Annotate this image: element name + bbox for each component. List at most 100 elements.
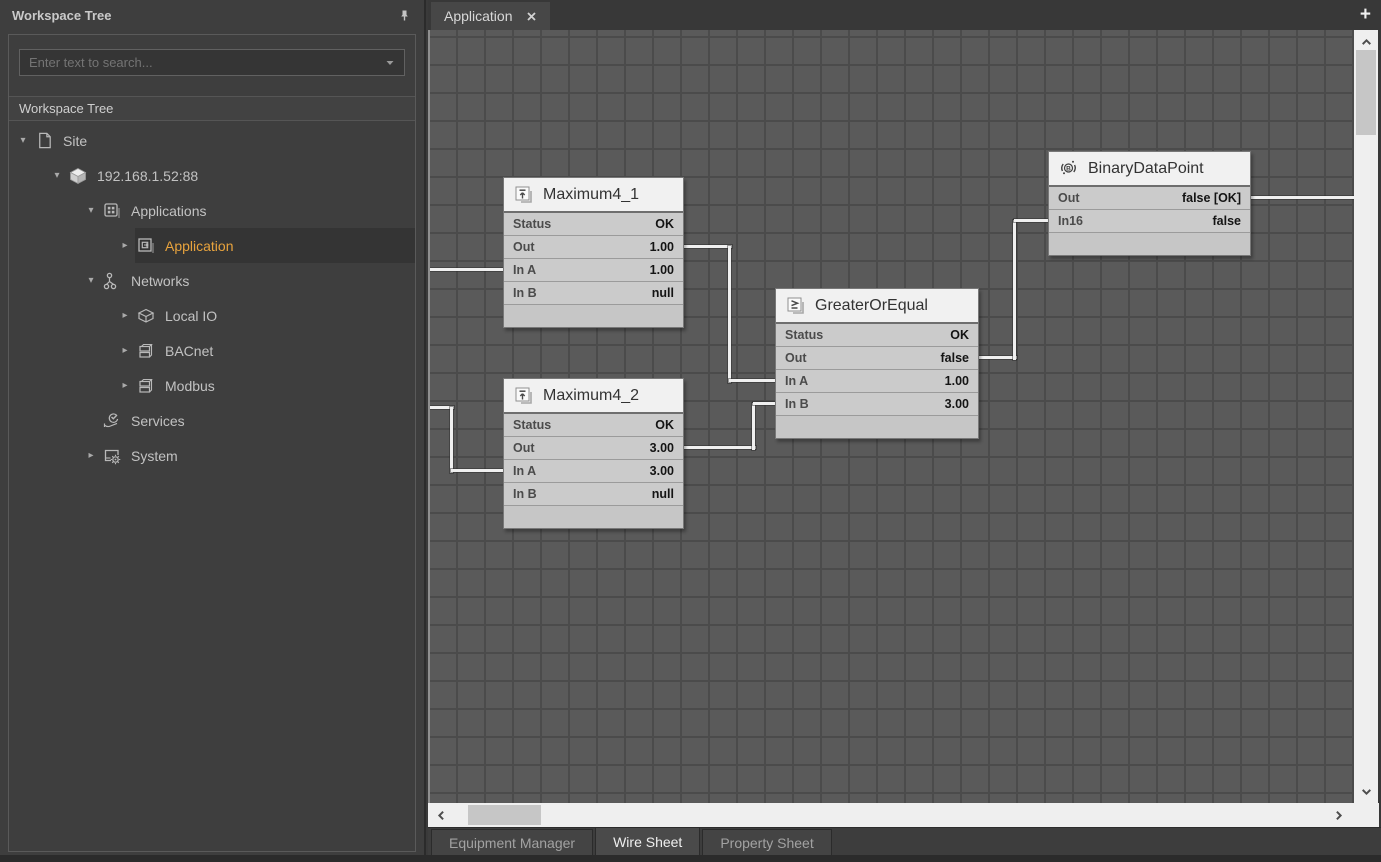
block-row-maximum4-1-status[interactable]: StatusOK (504, 213, 683, 236)
tree-item-system[interactable]: ▸ System (9, 438, 415, 473)
caret-collapsed-icon[interactable]: ▸ (117, 345, 133, 356)
block-maximum4-1[interactable]: Maximum4_1 StatusOKOut1.00In A1.00In Bnul… (503, 177, 684, 328)
workspace-tree-title: Workspace Tree (12, 8, 111, 23)
tree-item-modbus[interactable]: ▸Modbus (9, 368, 415, 403)
document-icon (33, 130, 55, 152)
block-row-greaterorequal-in-a[interactable]: In A1.00 (776, 370, 978, 393)
wire-greaterorequal-out-to-binarydatapoint-in16[interactable] (1013, 220, 1016, 360)
tree-item-label: Networks (131, 273, 189, 289)
block-title: Maximum4_1 (543, 186, 639, 204)
tree-item-application[interactable]: ▸Application (9, 228, 415, 263)
block-header[interactable]: BBinaryDataPoint (1049, 152, 1250, 187)
wire-maximum4-2-out-to-greaterorequal-in-b[interactable] (752, 403, 755, 450)
wire-maximum4-1-out-to-greaterorequal-in-a[interactable] (728, 246, 731, 383)
block-row-maximum4-2-in-a[interactable]: In A3.00 (504, 460, 683, 483)
block-row-greaterorequal-status[interactable]: StatusOK (776, 324, 978, 347)
block-row-maximum4-2-out[interactable]: Out3.00 (504, 437, 683, 460)
tree-item-applications[interactable]: ▾Applications (9, 193, 415, 228)
maximum-icon (514, 386, 533, 405)
scroll-down-icon[interactable] (1354, 781, 1378, 801)
network-icon (101, 270, 123, 292)
slot-value: false [OK] (1182, 191, 1241, 205)
horizontal-scrollbar-thumb[interactable] (468, 805, 541, 825)
wire-greaterorequal-out-to-binarydatapoint-in16[interactable] (1014, 219, 1051, 222)
tree-item-192-168-1-52-88[interactable]: ▾192.168.1.52:88 (9, 158, 415, 193)
tree-item-services[interactable]: Services (9, 403, 415, 438)
horizontal-scrollbar[interactable] (428, 803, 1379, 827)
stacked-boxes-icon (135, 340, 157, 362)
maximum-icon (514, 185, 533, 204)
caret-expanded-icon[interactable]: ▾ (83, 275, 99, 286)
slot-label: Out (785, 351, 807, 365)
wire-maximum4-2-out-to-greaterorequal-in-b[interactable] (684, 446, 756, 449)
block-binarydatapoint[interactable]: BBinaryDataPointOutfalse [OK]In16false (1048, 151, 1251, 256)
wire-offscreen-left-to-maximum4-2-in-a[interactable] (451, 469, 506, 472)
scroll-up-icon[interactable] (1354, 32, 1378, 52)
chevron-down-icon[interactable] (385, 58, 395, 68)
app-grid-icon (101, 200, 123, 222)
caret-expanded-icon[interactable]: ▾ (49, 170, 65, 181)
application-icon (135, 235, 157, 257)
scroll-left-icon[interactable] (430, 803, 452, 827)
slot-value: false (1213, 214, 1242, 228)
block-row-binarydatapoint-in16[interactable]: In16false (1049, 210, 1250, 233)
view-tabbar: Equipment ManagerWire SheetProperty Shee… (428, 827, 1381, 855)
block-header[interactable]: GreaterOrEqual (776, 289, 978, 324)
wire-offscreen-left-to-maximum4-2-in-a[interactable] (450, 407, 453, 473)
vertical-scrollbar[interactable] (1354, 30, 1378, 803)
caret-collapsed-icon[interactable]: ▸ (117, 240, 133, 251)
document-tabbar: Application + (428, 0, 1381, 30)
caret-expanded-icon[interactable]: ▾ (83, 205, 99, 216)
block-row-maximum4-2-in-b[interactable]: In Bnull (504, 483, 683, 506)
tree-item-label: BACnet (165, 343, 213, 359)
wire-sheet-canvas[interactable]: Maximum4_1StatusOKOut1.00In A1.00In Bnul… (428, 30, 1354, 803)
wire-maximum4-1-out-to-greaterorequal-in-a[interactable] (729, 379, 778, 382)
add-tab-button[interactable]: + (1360, 3, 1371, 27)
view-tab-wire-sheet[interactable]: Wire Sheet (595, 827, 700, 855)
pin-icon[interactable] (396, 7, 412, 23)
close-icon[interactable] (526, 11, 537, 22)
wire-maximum4-1-out-to-greaterorequal-in-a[interactable] (684, 245, 732, 248)
tree-item-label: Services (131, 413, 185, 429)
block-row-binarydatapoint-out[interactable]: Outfalse [OK] (1049, 187, 1250, 210)
tree-item-networks[interactable]: ▾ Networks (9, 263, 415, 298)
vertical-scrollbar-thumb[interactable] (1356, 50, 1376, 135)
caret-collapsed-icon[interactable]: ▸ (117, 310, 133, 321)
caret-collapsed-icon[interactable]: ▸ (117, 380, 133, 391)
tree-item-label: Site (63, 133, 87, 149)
wire-binarydatapoint-out-to-offscreen-right[interactable] (1251, 196, 1354, 199)
block-maximum4-2[interactable]: Maximum4_2StatusOKOut3.00In A3.00In Bnul… (503, 378, 684, 529)
io-box-icon (135, 305, 157, 327)
wire-offscreen-left-to-maximum4-1-in-a[interactable] (430, 268, 506, 271)
block-greaterorequal[interactable]: GreaterOrEqualStatusOKOutfalseIn A1.00In… (775, 288, 979, 439)
block-header[interactable]: Maximum4_1 (504, 178, 683, 213)
slot-label: Status (785, 328, 823, 342)
tree-item-local-io[interactable]: ▸Local IO (9, 298, 415, 333)
tree-item-site[interactable]: ▾ Site (9, 123, 415, 158)
tree-item-bacnet[interactable]: ▸ BACnet (9, 333, 415, 368)
workspace-tree-titlebar: Workspace Tree (0, 0, 424, 30)
slot-label: In B (513, 487, 537, 501)
search-combobox[interactable] (19, 49, 405, 76)
block-footer (504, 506, 683, 528)
slot-label: In A (513, 263, 536, 277)
tab-application[interactable]: Application (431, 2, 550, 30)
block-row-maximum4-1-in-b[interactable]: In Bnull (504, 282, 683, 305)
block-header[interactable]: Maximum4_2 (504, 379, 683, 414)
block-row-greaterorequal-in-b[interactable]: In B3.00 (776, 393, 978, 416)
view-tab-equipment-manager[interactable]: Equipment Manager (431, 829, 593, 855)
search-input[interactable] (29, 55, 385, 70)
block-row-maximum4-1-out[interactable]: Out1.00 (504, 236, 683, 259)
scroll-right-icon[interactable] (1327, 803, 1349, 827)
caret-expanded-icon[interactable]: ▾ (15, 135, 31, 146)
wire-greaterorequal-out-to-binarydatapoint-in16[interactable] (979, 356, 1017, 359)
block-row-maximum4-1-in-a[interactable]: In A1.00 (504, 259, 683, 282)
block-row-greaterorequal-out[interactable]: Outfalse (776, 347, 978, 370)
slot-value: 3.00 (945, 397, 969, 411)
block-row-maximum4-2-status[interactable]: StatusOK (504, 414, 683, 437)
caret-collapsed-icon[interactable]: ▸ (83, 450, 99, 461)
tree-item-label: System (131, 448, 178, 464)
view-tab-property-sheet[interactable]: Property Sheet (702, 829, 831, 855)
tree-section-header: Workspace Tree (9, 96, 415, 121)
device-cube-icon (67, 165, 89, 187)
